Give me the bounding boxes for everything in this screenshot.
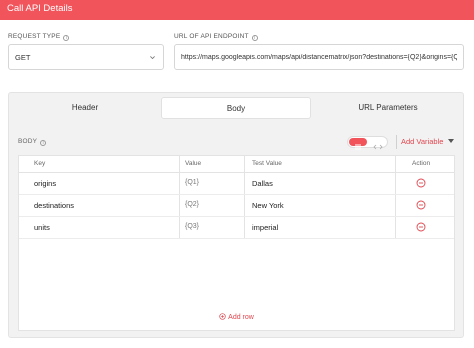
add-row-button[interactable]: Add row (19, 313, 454, 321)
info-icon[interactable]: i (63, 35, 70, 41)
table-view-icon (355, 144, 361, 150)
add-variable-label: Add Variable (401, 137, 444, 146)
code-view-button[interactable] (369, 138, 387, 150)
add-variable-dropdown[interactable]: Add Variable (401, 137, 455, 146)
request-type-label: REQUEST TYPE (8, 33, 61, 40)
remove-circle-icon[interactable] (416, 222, 426, 232)
body-params-table: Key Value Test Value Action origins {Q1}… (18, 155, 455, 331)
code-view-icon (373, 144, 383, 150)
add-circle-icon (219, 313, 226, 320)
tab-header[interactable]: Header (9, 97, 161, 119)
column-header-value: Value (185, 160, 202, 167)
endpoint-label-wrap: URL OF API ENDPOINT i (174, 32, 258, 41)
tab-url-parameters[interactable]: URL Parameters (311, 97, 465, 119)
body-panel: Header Body URL Parameters BODY i (8, 92, 464, 338)
column-header-test-value: Test Value (252, 160, 282, 167)
row-key[interactable]: units (34, 223, 50, 232)
row-value[interactable]: {Q3} (185, 223, 199, 230)
row-key[interactable]: origins (34, 179, 56, 188)
view-toggle[interactable] (347, 136, 388, 150)
table-row: units {Q3} imperial (19, 217, 454, 239)
row-value[interactable]: {Q2} (185, 201, 199, 208)
table-row: destinations {Q2} New York (19, 195, 454, 217)
tab-bar: Header Body URL Parameters (9, 97, 465, 119)
request-type-select[interactable]: GET (8, 44, 164, 70)
info-icon[interactable]: i (251, 35, 258, 41)
column-header-key: Key (34, 160, 46, 167)
row-test-value[interactable]: New York (252, 201, 284, 210)
table-header-row: Key Value Test Value Action (19, 156, 454, 173)
remove-circle-icon[interactable] (416, 178, 426, 188)
remove-circle-icon[interactable] (416, 200, 426, 210)
request-type-label-wrap: REQUEST TYPE i (8, 32, 70, 41)
request-type-value: GET (15, 53, 31, 62)
column-header-action: Action (412, 160, 431, 167)
caret-down-icon (448, 139, 455, 143)
info-icon[interactable]: i (40, 140, 47, 146)
dialog-title: Call API Details (7, 3, 73, 14)
endpoint-label: URL OF API ENDPOINT (174, 33, 249, 40)
title-bar: Call API Details (0, 0, 474, 20)
endpoint-field[interactable] (174, 44, 464, 70)
body-label: BODY (18, 138, 38, 145)
row-value[interactable]: {Q1} (185, 179, 199, 186)
call-api-details-dialog: Call API Details REQUEST TYPE i GET URL O… (0, 0, 474, 348)
row-test-value[interactable]: Dallas (252, 179, 273, 188)
add-row-label: Add row (228, 314, 254, 321)
chevron-down-icon (150, 56, 155, 60)
row-key[interactable]: destinations (34, 201, 74, 210)
table-view-button[interactable] (349, 138, 367, 150)
endpoint-input[interactable] (175, 45, 463, 69)
tab-body[interactable]: Body (161, 97, 311, 119)
row-test-value[interactable]: imperial (252, 223, 278, 232)
body-label-wrap: BODY i (18, 138, 47, 146)
table-row: origins {Q1} Dallas (19, 173, 454, 195)
toolbar-divider (396, 135, 397, 149)
